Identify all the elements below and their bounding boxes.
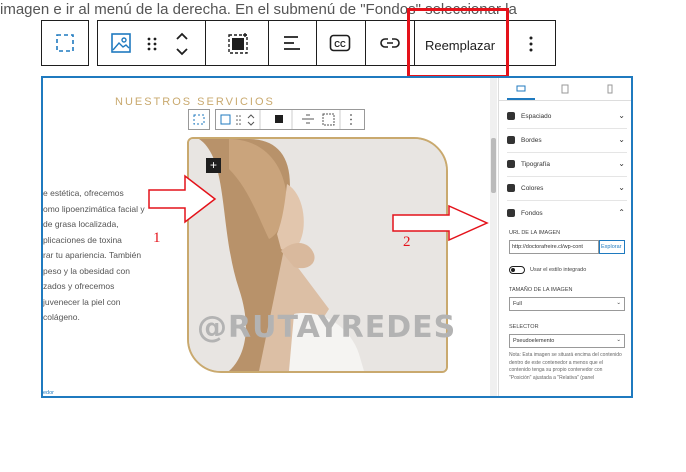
toolbar-group-parent (41, 20, 89, 66)
explore-button[interactable]: Explorar (599, 240, 625, 254)
integrated-style-toggle[interactable] (509, 266, 525, 274)
drag-handle-icon (147, 37, 157, 51)
selector-select[interactable]: Pseudoelemento ⌄ (509, 334, 625, 348)
align-button[interactable] (282, 33, 302, 58)
toolbar-divider (316, 20, 317, 66)
selector-note: Nota: Esta imagen se situará encima del … (509, 352, 622, 381)
section-title: NUESTROS SERVICIOS (115, 96, 275, 108)
typography-icon (507, 160, 515, 168)
image-size-select[interactable]: Full ⌄ (509, 297, 625, 311)
panel-row-borders[interactable]: Bordes ⌄ (507, 130, 627, 153)
active-tab-indicator (507, 98, 535, 100)
toolbar-divider (268, 20, 269, 66)
integrated-style-label: Usar el estilo integrado (530, 267, 587, 273)
panel-row-spacing[interactable]: Espaciado ⌄ (507, 106, 627, 129)
svg-text:CC: CC (334, 40, 346, 49)
arrow-2-label: 2 (403, 234, 411, 250)
align-icon (284, 36, 300, 50)
image-icon (111, 33, 131, 53)
arrow-1-icon (148, 174, 217, 224)
drag-handle-button[interactable] (146, 36, 158, 57)
caption-button[interactable]: CC (329, 33, 351, 58)
more-options-icon (529, 36, 533, 52)
crop-icon (228, 33, 248, 54)
mobile-icon[interactable] (607, 84, 613, 94)
device-tabs (499, 78, 631, 101)
mini-block-toolbar (215, 109, 365, 130)
replace-highlight-box (407, 8, 509, 78)
panel-row-colors[interactable]: Colores ⌄ (507, 178, 627, 201)
spacing-icon (507, 112, 515, 120)
panel-row-typography[interactable]: Tipografía ⌄ (507, 154, 627, 177)
chevron-down-icon: ⌄ (618, 159, 625, 168)
link-icon (380, 38, 400, 48)
image-url-input[interactable]: http://doctorafreire.cl/wp-cont (509, 240, 599, 254)
watermark: @RUTAYREDES (197, 310, 457, 345)
footer-fragment: edor (43, 390, 55, 396)
chevron-down-icon: ⌄ (618, 135, 625, 144)
image-block-button[interactable] (110, 32, 132, 59)
colors-icon (507, 184, 515, 192)
crop-button[interactable] (226, 32, 250, 61)
service-description: e estética, ofrecemos omo lipoenzimática… (43, 188, 145, 322)
toolbar-divider (365, 20, 366, 66)
scrollbar[interactable] (490, 78, 497, 396)
editor-screenshot: NUESTROS SERVICIOS e estética, ofrecemos… (41, 76, 633, 398)
arrow-1-label: 1 (153, 230, 161, 246)
chevron-down-icon: ⌄ (616, 337, 621, 343)
mini-toolbar-icons (220, 110, 352, 129)
image-size-label: TAMAÑO DE LA IMAGEN (509, 287, 573, 293)
more-options-button[interactable] (525, 34, 537, 59)
link-button[interactable] (379, 35, 401, 56)
borders-icon (507, 136, 515, 144)
select-parent-icon (193, 114, 205, 125)
toolbar-divider (205, 20, 206, 66)
settings-panel: Espaciado ⌄ Bordes ⌄ Tipografía ⌄ Colores ⌄ … (498, 78, 631, 396)
image-url-label: URL DE LA IMAGEN (509, 230, 561, 236)
toggle-knob (511, 268, 515, 272)
panel-row-backgrounds[interactable]: Fondos ⌃ (507, 203, 627, 225)
scrollbar-thumb[interactable] (491, 138, 496, 193)
desktop-icon[interactable] (516, 85, 526, 93)
select-parent-icon (56, 34, 74, 52)
move-up-down-buttons[interactable] (174, 30, 190, 63)
tablet-icon[interactable] (561, 84, 569, 94)
caption-icon: CC (329, 34, 351, 52)
chevron-down-icon: ⌄ (618, 183, 625, 192)
selector-label: SELECTOR (509, 324, 539, 330)
mini-select-parent[interactable] (188, 109, 210, 130)
backgrounds-icon (507, 209, 515, 217)
select-parent-button[interactable] (42, 21, 88, 65)
chevron-down-icon: ⌄ (618, 111, 625, 120)
intro-text: imagen e ir al menú de la derecha. En el… (0, 1, 517, 18)
move-up-down-icon (176, 32, 188, 56)
chevron-up-icon: ⌃ (618, 208, 625, 217)
add-block-button[interactable]: + (206, 158, 221, 173)
chevron-down-icon: ⌄ (616, 300, 621, 306)
